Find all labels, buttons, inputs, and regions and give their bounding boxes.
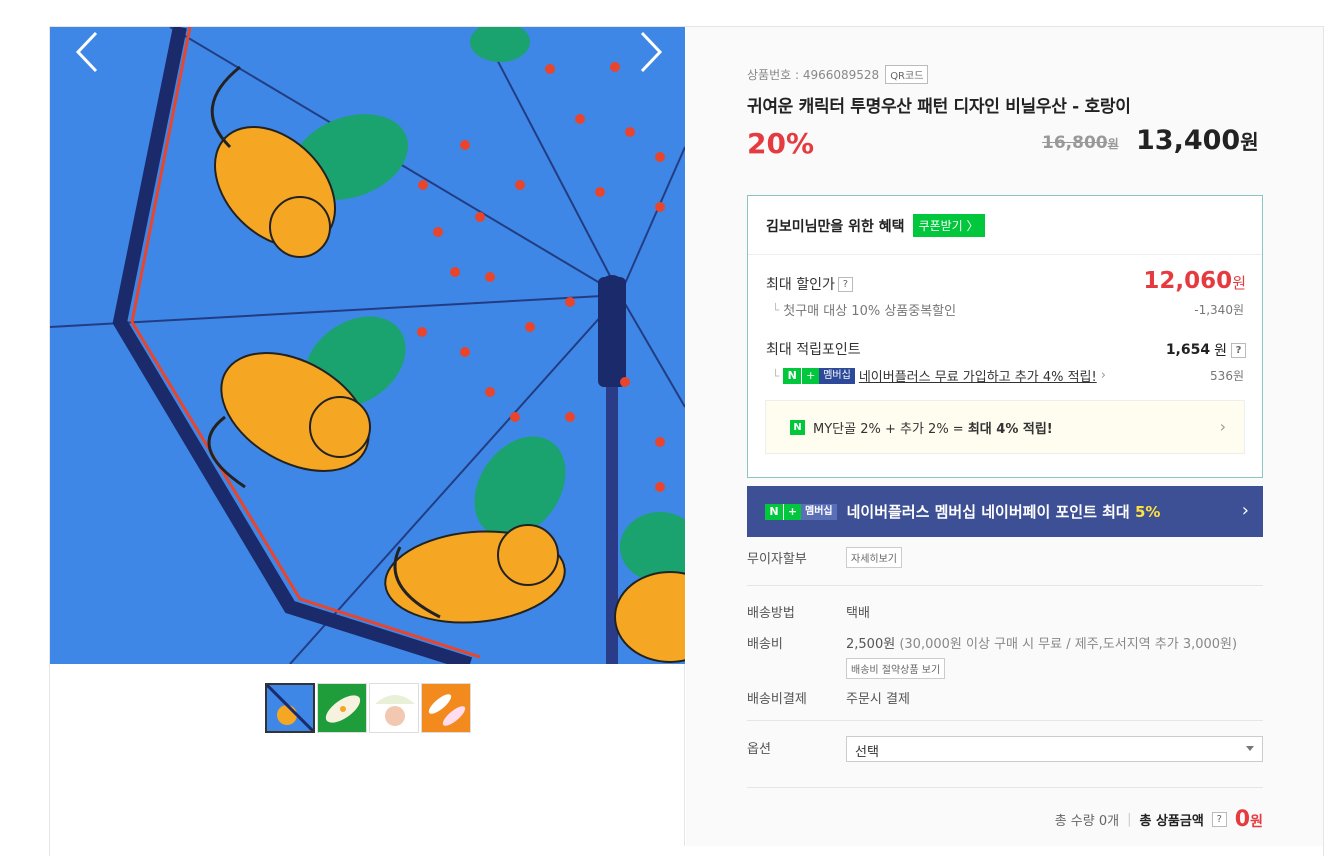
plus-icon: + — [801, 367, 820, 384]
first-purchase-value: -1,340원 — [1194, 303, 1244, 317]
original-price-unit: 원 — [1107, 137, 1119, 151]
naver-n-icon: N — [765, 503, 783, 520]
benefit-heading-text: 김보미님만을 위한 혜택 — [766, 218, 905, 235]
naver-plus-banner[interactable]: N + 멤버십 네이버플러스 멤버십 네이버페이 포인트 최대 5% › — [747, 486, 1263, 537]
original-price: 16,800원 — [1042, 133, 1119, 153]
option-selected-value: 선택 — [855, 745, 879, 760]
thumbnail-2[interactable] — [317, 683, 367, 733]
shipping-fee-value: 2,500원 (30,000원 이상 구매 시 무료 / 제주,도서지역 추가 … — [846, 633, 1237, 652]
benefit-divider — [748, 254, 1262, 255]
installment-label: 무이자할부 — [747, 552, 807, 567]
divider — [747, 720, 1263, 721]
chevron-right-icon: › — [1219, 417, 1226, 436]
separator: | — [1127, 812, 1132, 827]
shipping-saving-button[interactable]: 배송비 절약상품 보기 — [846, 658, 946, 679]
elbow-icon: └ — [772, 368, 780, 383]
installment-value: 자세히보기 — [846, 547, 902, 568]
benefit-heading: 김보미님만을 위한 혜택 쿠폰받기 〉 — [766, 214, 985, 237]
chevron-left-icon[interactable] — [68, 27, 108, 77]
caret-down-icon — [1246, 746, 1254, 751]
installment-detail-button[interactable]: 자세히보기 — [846, 547, 902, 568]
help-icon[interactable]: ? — [1211, 812, 1227, 827]
elbow-icon: └ — [772, 302, 780, 317]
naver-plus-badge: N + 멤버십 — [783, 367, 855, 384]
sale-price-unit: 원 — [1240, 130, 1259, 154]
thumbnail-strip — [265, 683, 471, 733]
product-number: 상품번호 : 4966089528 QR코드 — [747, 65, 929, 84]
my-regular-text: MY단골 2% + 추가 2% = 최대 4% 적립! — [813, 418, 1053, 437]
max-discount-label-text: 최대 할인가 — [766, 277, 835, 293]
membership-label: 멤버십 — [801, 503, 837, 520]
shipping-payment-value: 주문시 결제 — [846, 692, 910, 707]
original-price-value: 16,800 — [1042, 133, 1108, 153]
max-points-unit: 원 — [1214, 343, 1227, 359]
total-summary: 총 수량 0개 | 총 상품금액 ? 0원 — [1055, 807, 1263, 832]
product-photo[interactable] — [50, 27, 685, 664]
shipping-method-label: 배송방법 — [747, 606, 795, 621]
banner-text-main: 네이버플러스 멤버십 네이버페이 포인트 최대 — [846, 503, 1130, 521]
membership-label: 멤버십 — [819, 367, 855, 384]
divider — [747, 585, 1263, 586]
divider — [747, 787, 1263, 788]
sale-price: 13,400원 — [1136, 125, 1259, 156]
total-amount-unit: 원 — [1250, 814, 1263, 830]
gallery-panel — [50, 27, 685, 846]
max-discount-label: 최대 할인가 ? — [766, 274, 853, 294]
product-number-text: 상품번호 : 4966089528 — [747, 68, 880, 82]
max-discount-unit: 원 — [1232, 274, 1246, 292]
help-icon[interactable]: ? — [1231, 342, 1246, 358]
max-points-number: 1,654 — [1165, 342, 1211, 358]
max-points-value: 1,654 원 ? — [1166, 340, 1246, 360]
shipping-saving-row: 배송비 절약상품 보기 — [846, 658, 946, 679]
banner-text: 네이버플러스 멤버십 네이버페이 포인트 최대 5% — [847, 501, 1161, 522]
thumbnail-3[interactable] — [369, 683, 419, 733]
total-quantity: 총 수량 0개 — [1054, 814, 1120, 829]
umbrella-tiger-image — [50, 27, 685, 664]
shipping-fee-label: 배송비 — [747, 637, 783, 652]
total-amount-value: 0원 — [1235, 807, 1263, 832]
banner-highlight: 5% — [1134, 503, 1161, 521]
my-regular-text-b: 최대 4% 적립! — [967, 421, 1053, 437]
chevron-right-icon[interactable] — [630, 27, 670, 77]
product-info-panel: 상품번호 : 4966089528 QR코드 귀여운 캐릭터 투명우산 패턴 디… — [686, 27, 1323, 846]
naver-plus-row: └ N + 멤버십 네이버플러스 무료 가입하고 추가 4% 적립! › — [772, 366, 1106, 385]
help-icon[interactable]: ? — [837, 276, 853, 292]
naver-n-icon: N — [790, 419, 805, 435]
naver-plus-link[interactable]: 네이버플러스 무료 가입하고 추가 4% 적립! — [859, 366, 1097, 385]
total-amount-label: 총 상품금액 — [1139, 814, 1204, 829]
thumbnail-1[interactable] — [265, 683, 315, 733]
shipping-method-value: 택배 — [846, 606, 870, 621]
max-points-label: 최대 적립포인트 — [766, 342, 861, 358]
discount-percent: 20% — [747, 127, 815, 160]
option-label: 옵션 — [747, 742, 771, 757]
benefit-box: 김보미님만을 위한 혜택 쿠폰받기 〉 최대 할인가 ? 12,060원 └ 첫… — [747, 195, 1263, 478]
first-purchase-row: └ 첫구매 대상 10% 상품중복할인 — [772, 300, 957, 320]
plus-points-value: 536원 — [1210, 369, 1244, 383]
my-regular-box[interactable]: N MY단골 2% + 추가 2% = 최대 4% 적립! › — [765, 400, 1245, 454]
max-discount-value: 12,060 — [1143, 268, 1233, 294]
naver-n-icon: N — [783, 367, 802, 384]
option-select[interactable]: 선택 — [846, 736, 1263, 762]
shipping-fee-amount: 2,500원 — [846, 637, 896, 652]
total-amount-number: 0 — [1234, 807, 1251, 832]
chevron-right-icon[interactable]: › — [1101, 368, 1106, 383]
naver-plus-badge: N + 멤버십 — [765, 503, 837, 520]
thumbnail-4[interactable] — [421, 683, 471, 733]
my-regular-text-a: MY단골 2% + 추가 2% = — [813, 421, 968, 437]
sale-price-value: 13,400 — [1136, 125, 1241, 156]
max-discount-price: 12,060원 — [1143, 268, 1246, 294]
shipping-fee-note: (30,000원 이상 구매 시 무료 / 제주,도서지역 추가 3,000원) — [899, 637, 1238, 652]
product-title: 귀여운 캐릭터 투명우산 패턴 디자인 비닐우산 - 호랑이 — [747, 97, 1131, 117]
coupon-button[interactable]: 쿠폰받기 〉 — [912, 214, 985, 237]
chevron-right-icon: › — [1241, 500, 1249, 521]
first-purchase-label: 첫구매 대상 10% 상품중복할인 — [783, 304, 957, 319]
shipping-payment-label: 배송비결제 — [747, 692, 807, 707]
qr-code-button[interactable]: QR코드 — [885, 65, 929, 84]
plus-icon: + — [783, 503, 801, 520]
